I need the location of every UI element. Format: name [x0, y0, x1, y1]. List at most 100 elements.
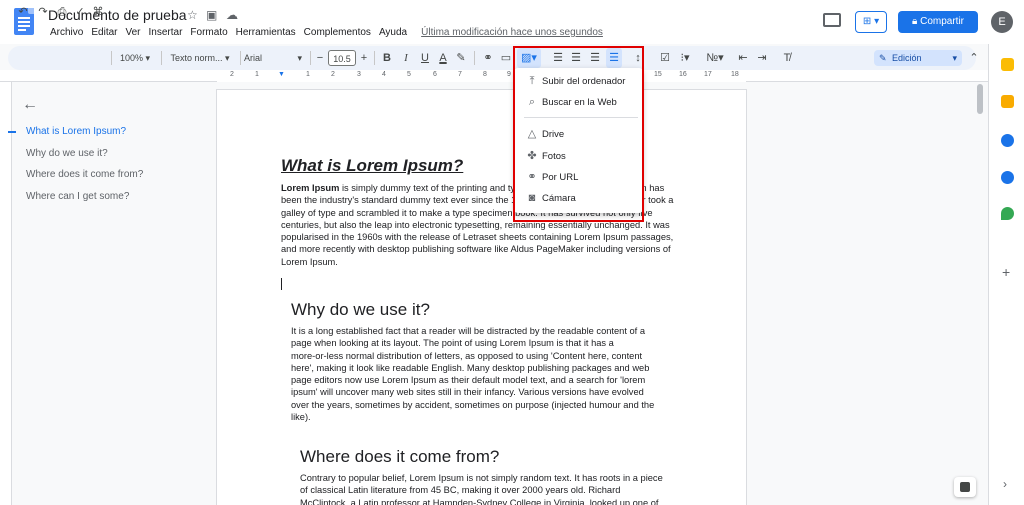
ruler-number: 1	[255, 71, 259, 78]
text-line: Contrary to popular belief, Lorem Ipsum …	[300, 473, 663, 483]
menu-bar: Archivo Editar Ver Insertar Formato Herr…	[46, 27, 607, 38]
increase-font-size-icon[interactable]: +	[358, 46, 370, 70]
menu-complementos[interactable]: Complementos	[300, 27, 375, 38]
outline-active-marker	[8, 131, 16, 133]
last-edit-link[interactable]: Última modificación hace unos segundos	[417, 27, 607, 38]
bulleted-list-icon[interactable]: ⁝▾	[676, 46, 694, 70]
text-line: page when looking at its layout. The poi…	[291, 338, 614, 349]
header: Documento de prueba ☆ ▣ ☁ Archivo Editar…	[0, 0, 1024, 44]
menu-insertar[interactable]: Insertar	[145, 27, 187, 38]
style-select[interactable]: Texto norm... ▾	[168, 46, 232, 70]
ruler-number: 18	[731, 71, 739, 78]
horizontal-ruler[interactable]: 2 1 ▼ 1 2 3 4 5 6 7 8 9 15 16 17 18	[0, 70, 988, 82]
ruler-number: 15	[654, 71, 662, 78]
ruler-number: 7	[458, 71, 462, 78]
vertical-ruler[interactable]	[0, 82, 12, 505]
chevron-down-icon: ▾	[952, 53, 957, 63]
bold-button[interactable]: B	[380, 46, 394, 70]
menu-ver[interactable]: Ver	[121, 27, 144, 38]
menu-herramientas[interactable]: Herramientas	[232, 27, 300, 38]
docs-app: Documento de prueba ☆ ▣ ☁ Archivo Editar…	[0, 0, 1024, 505]
redo-icon[interactable]: ↷	[36, 0, 50, 24]
add-comment-icon[interactable]: ▭	[499, 46, 513, 70]
text-line: and more recently with desktop publishin…	[281, 244, 671, 255]
outline-item-why[interactable]: Why do we use it?	[26, 148, 108, 159]
text-line: here', making it look like readable Engl…	[291, 362, 650, 373]
menu-ayuda[interactable]: Ayuda	[375, 27, 411, 38]
text-color-button[interactable]: A	[436, 46, 450, 70]
collapse-toolbar-icon[interactable]: ⌃	[968, 46, 980, 70]
font-value: Arial	[244, 53, 263, 63]
cloud-saved-icon[interactable]: ☁	[226, 8, 238, 22]
font-size-input[interactable]: 10.5	[328, 50, 356, 66]
numbered-list-icon[interactable]: №▾	[706, 46, 724, 70]
outline-item-where-from[interactable]: Where does it come from?	[26, 169, 143, 180]
calendar-icon[interactable]	[1001, 58, 1014, 71]
text-line: more-or-less normal distribution of lett…	[291, 350, 643, 361]
document-page[interactable]: What is Lorem Ipsum? Lorem Ipsum is simp…	[217, 90, 746, 505]
keep-icon[interactable]	[1001, 95, 1014, 108]
decrease-font-size-icon[interactable]: −	[314, 46, 326, 70]
paint-format-icon[interactable]: ⌘	[91, 0, 105, 24]
heading-why: Why do we use it?	[291, 300, 430, 319]
italic-button[interactable]: I	[399, 46, 413, 70]
comments-icon[interactable]	[823, 13, 841, 27]
side-panel: + ›	[988, 44, 1024, 505]
pencil-icon: ✎	[879, 53, 887, 63]
vertical-scrollbar[interactable]	[977, 84, 983, 114]
ruler-indent-marker[interactable]: ▼	[278, 71, 285, 78]
spellcheck-icon[interactable]: ✓	[73, 0, 87, 24]
insert-link-icon[interactable]: ⚭	[480, 46, 496, 70]
bold-term: Lorem Ipsum	[281, 183, 340, 193]
explore-icon[interactable]	[954, 477, 976, 497]
lock-icon: 🔒︎	[911, 16, 921, 27]
present-icon: ⊞ ▾	[862, 16, 880, 27]
style-value: Texto norm...	[170, 53, 223, 63]
move-folder-icon[interactable]: ▣	[206, 8, 217, 22]
ruler-number: 9	[507, 71, 511, 78]
undo-icon[interactable]: ↶	[16, 0, 30, 24]
get-addons-plus-icon[interactable]: +	[1002, 264, 1010, 280]
print-icon[interactable]: ⎙	[55, 0, 69, 24]
contacts-icon[interactable]	[1001, 171, 1014, 184]
share-button[interactable]: 🔒︎ Compartir	[898, 11, 978, 33]
zoom-select[interactable]: 100% ▾	[118, 46, 152, 70]
expand-panel-chevron-icon[interactable]: ›	[1003, 477, 1007, 491]
ruler-number: 2	[331, 71, 335, 78]
heading-what-is: What is Lorem Ipsum?	[281, 156, 464, 175]
close-outline-arrow-icon[interactable]: ←	[22, 96, 38, 114]
share-label: Compartir	[920, 16, 964, 27]
menu-formato[interactable]: Formato	[186, 27, 231, 38]
editing-mode-select[interactable]: ✎ Edición ▾	[874, 50, 962, 66]
decrease-indent-icon[interactable]: ⇤	[736, 46, 750, 70]
star-icon[interactable]: ☆	[187, 8, 198, 22]
text-line: It is a long established fact that a rea…	[291, 326, 646, 336]
outline-item-what-is[interactable]: What is Lorem Ipsum?	[26, 126, 126, 137]
zoom-value: 100%	[119, 53, 143, 63]
present-button[interactable]: ⊞ ▾	[855, 11, 887, 33]
checklist-icon[interactable]: ☑	[658, 46, 672, 70]
outline-item-where-get[interactable]: Where can I get some?	[26, 191, 129, 202]
ruler-number: 16	[679, 71, 687, 78]
ruler-number: 4	[382, 71, 386, 78]
text-line: ipsum' will uncover many web sites still…	[291, 387, 644, 398]
highlight-color-icon[interactable]: ✎	[454, 46, 468, 70]
highlight-annotation-box	[513, 46, 644, 222]
maps-icon[interactable]	[1001, 207, 1014, 220]
avatar[interactable]: E	[991, 11, 1013, 33]
text-line: McClintock, a Latin professor at Hampden…	[300, 497, 659, 505]
font-select[interactable]: Arial ▾	[244, 46, 306, 70]
menu-archivo[interactable]: Archivo	[46, 27, 87, 38]
text-cursor	[281, 278, 282, 290]
ruler-number: 5	[407, 71, 411, 78]
increase-indent-icon[interactable]: ⇥	[755, 46, 769, 70]
ruler-page-area	[217, 70, 746, 82]
tasks-icon[interactable]	[1001, 134, 1014, 147]
paragraph-why: It is a long established fact that a rea…	[291, 325, 663, 423]
underline-button[interactable]: U	[418, 46, 432, 70]
menu-editar[interactable]: Editar	[87, 27, 121, 38]
ruler-number: 17	[704, 71, 712, 78]
clear-formatting-icon[interactable]: T̸	[780, 46, 794, 70]
ruler-number: 3	[357, 71, 361, 78]
ruler-number: 8	[483, 71, 487, 78]
